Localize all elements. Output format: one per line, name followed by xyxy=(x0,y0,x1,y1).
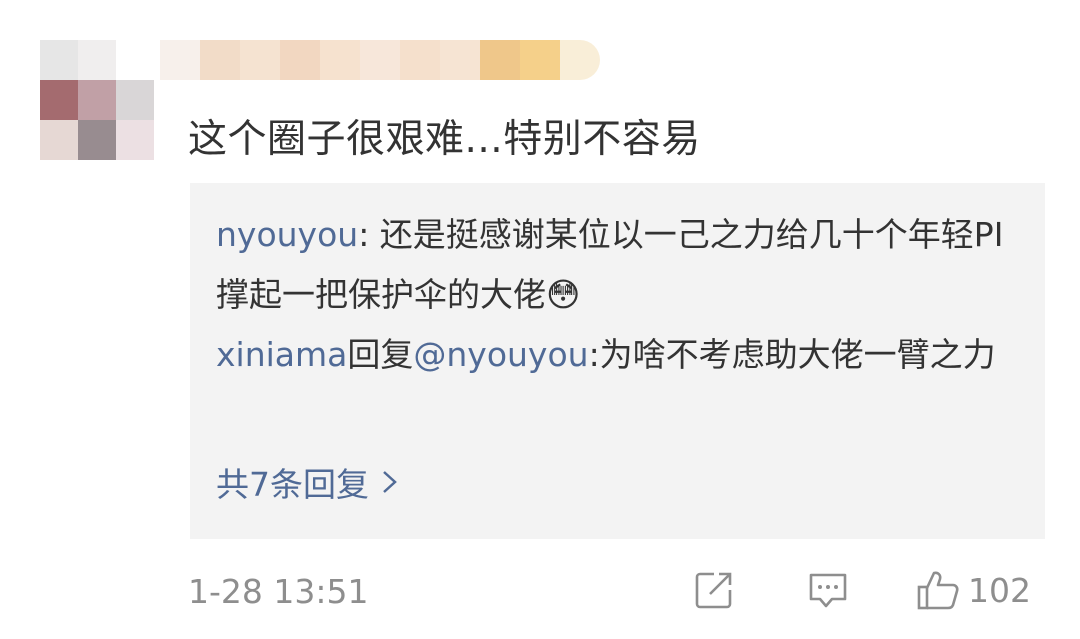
reply-mention[interactable]: @nyouyou xyxy=(413,335,588,374)
reply-preview-box[interactable]: nyouyou: 还是挺感谢某位以一己之力给几十个年轻PI撑起一把保护伞的大佬😳… xyxy=(190,183,1045,539)
comment-button[interactable] xyxy=(806,565,850,615)
chevron-right-icon xyxy=(383,471,397,493)
reply-item: xiniama回复@nyouyou:为啥不考虑助大佬一臂之力 xyxy=(216,325,1016,385)
like-button[interactable]: 102 xyxy=(916,565,1031,615)
comment-text: 这个圈子很艰难...特别不容易 xyxy=(188,117,701,162)
more-replies-link[interactable]: 共7条回复 xyxy=(216,458,399,506)
reply-username[interactable]: xiniama xyxy=(216,335,347,374)
comment-timestamp: 1-28 13:51 xyxy=(188,572,369,611)
thumbs-up-icon xyxy=(917,571,959,610)
like-count: 102 xyxy=(968,570,1031,610)
reply-username[interactable]: nyouyou xyxy=(216,215,358,254)
avatar[interactable] xyxy=(40,40,154,160)
reply-text: :为啥不考虑助大佬一臂之力 xyxy=(588,335,996,374)
share-forward-icon xyxy=(695,572,732,609)
username-pixelated[interactable] xyxy=(160,40,600,80)
more-replies-label: 共7条回复 xyxy=(216,465,369,504)
reply-item: nyouyou: 还是挺感谢某位以一己之力给几十个年轻PI撑起一把保护伞的大佬😳 xyxy=(216,205,1016,325)
forward-button[interactable] xyxy=(692,565,736,615)
reply-separator: : xyxy=(358,215,380,254)
reply-middle: 回复 xyxy=(347,335,414,374)
comment-bubble-icon xyxy=(809,573,847,608)
